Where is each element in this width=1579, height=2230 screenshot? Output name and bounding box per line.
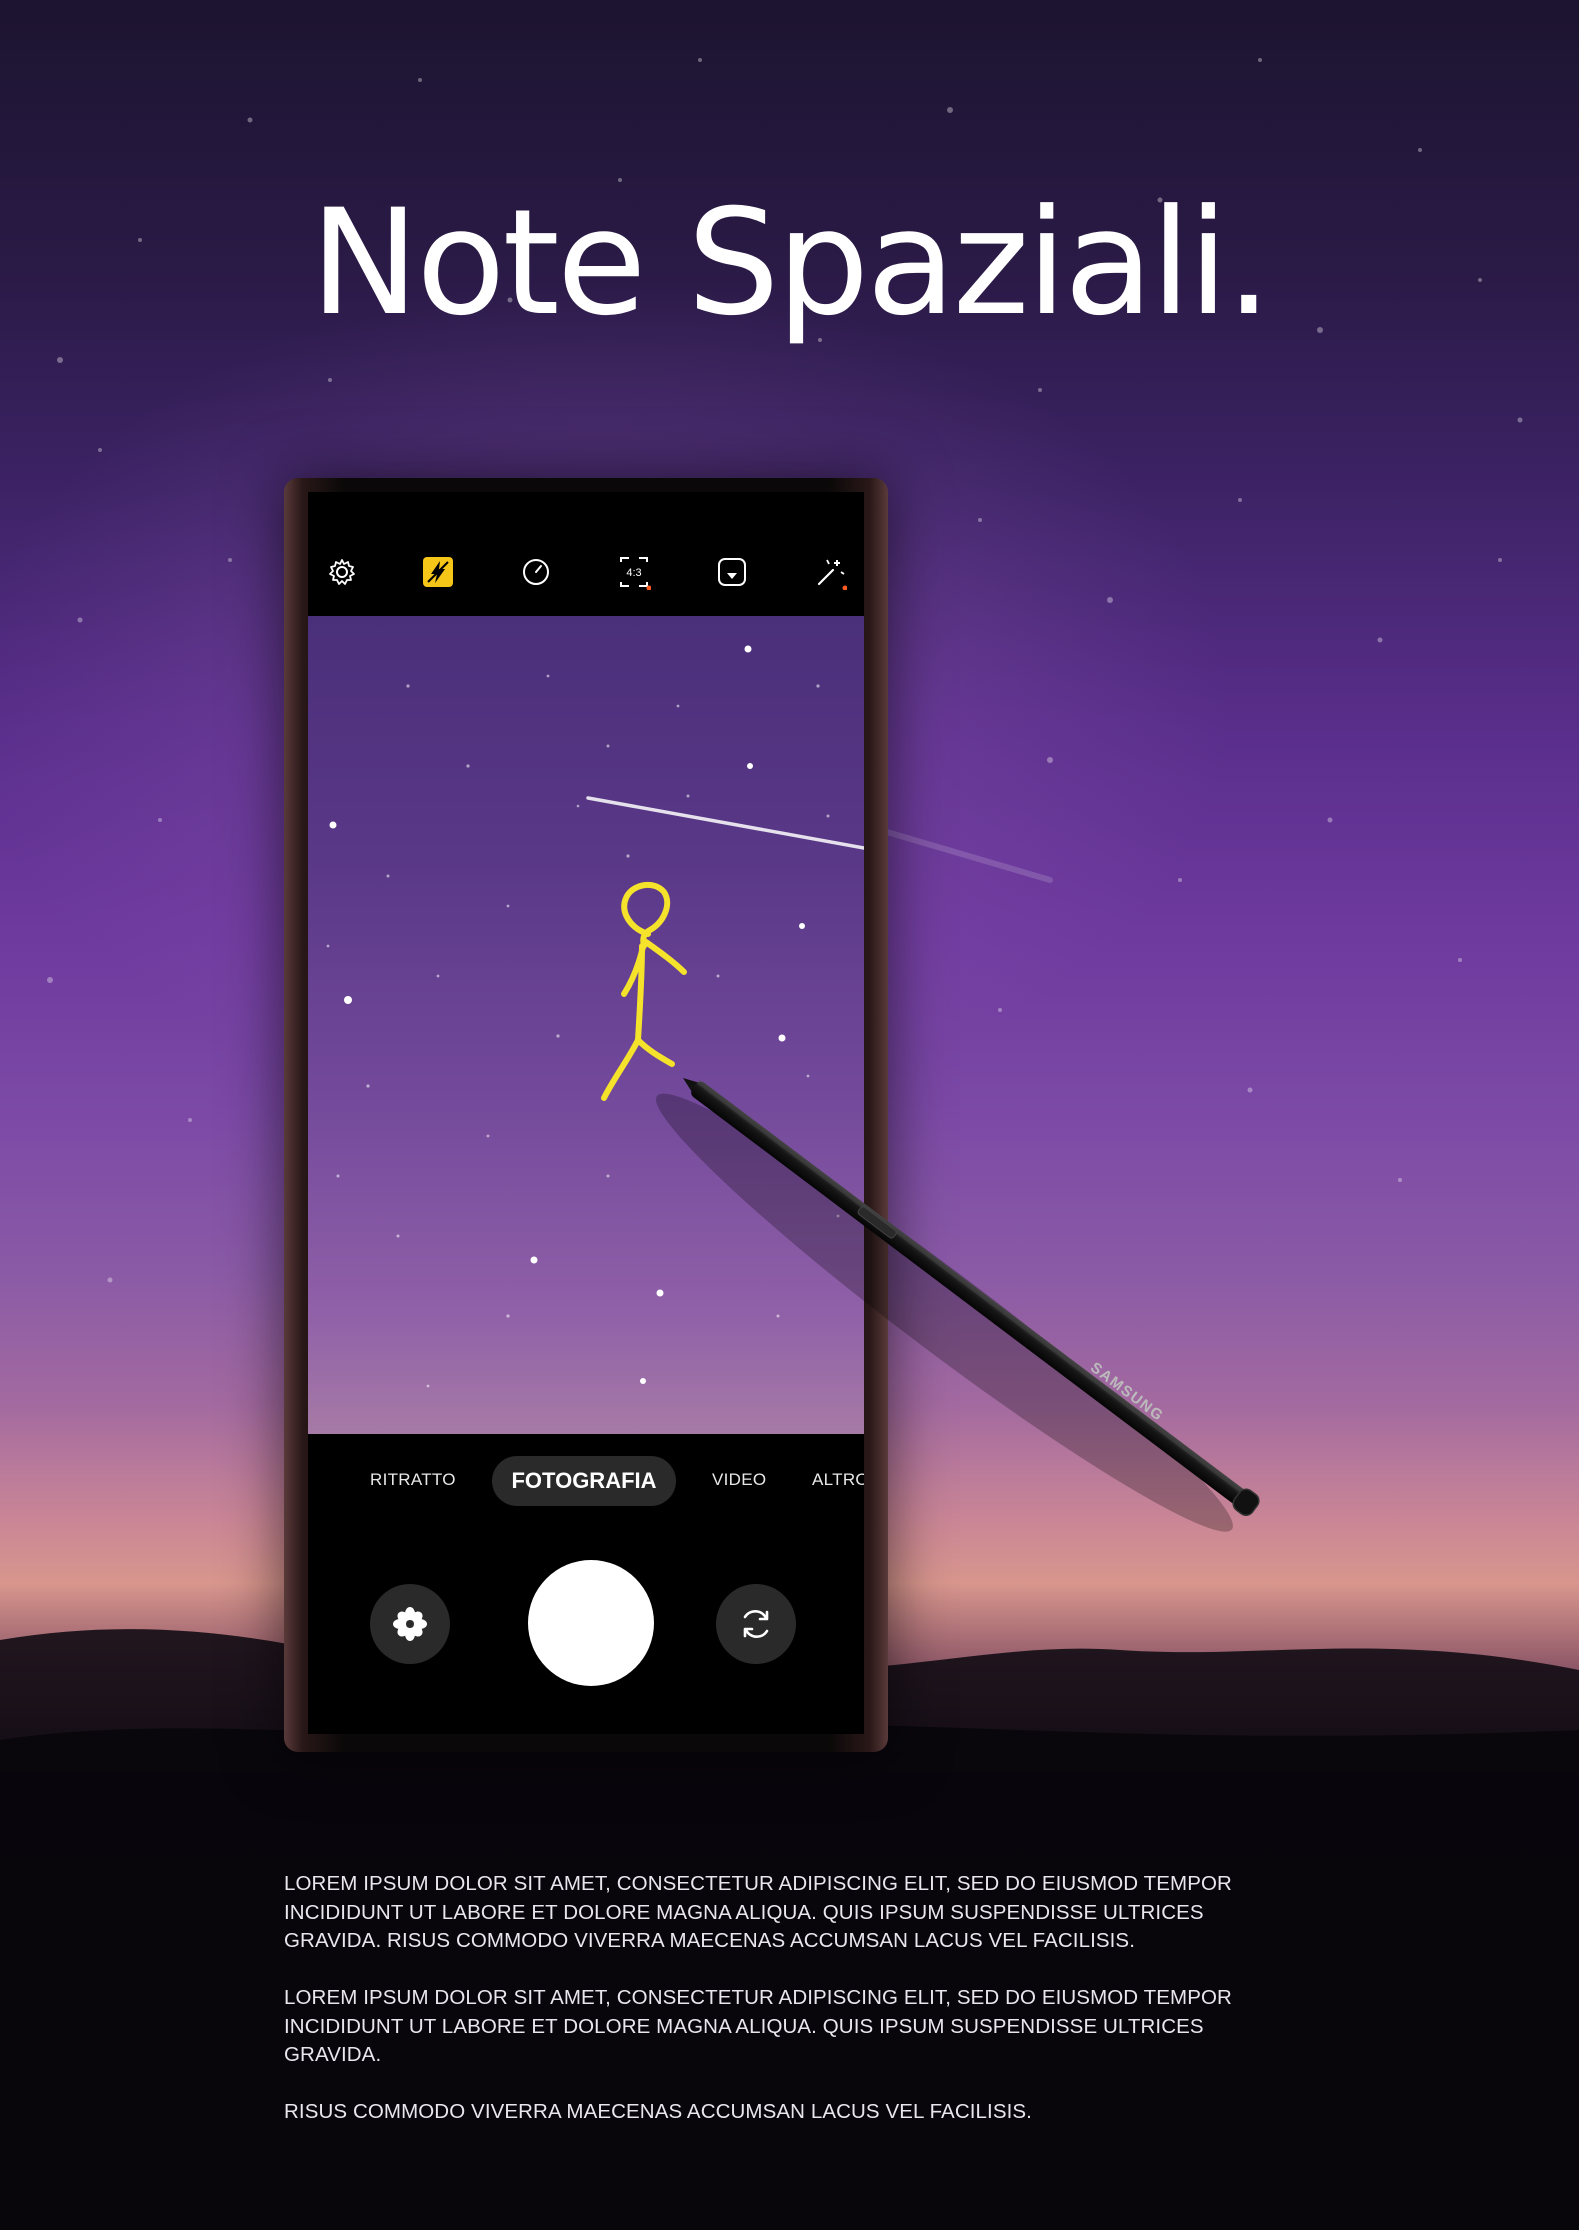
switch-camera-icon: [743, 1610, 769, 1638]
camera-mode-selector: RITRATTO FOTOGRAFIA VIDEO ALTRO: [308, 1448, 864, 1508]
mode-photo[interactable]: FOTOGRAFIA: [492, 1456, 676, 1506]
camera-screen: 4:3 RITRATTO FOTOGRAFIA VIDEO ALTRO: [308, 492, 864, 1734]
filters-icon[interactable]: [810, 552, 850, 592]
camera-top-bar: 4:3: [308, 492, 864, 616]
camera-viewfinder[interactable]: [308, 616, 864, 1434]
mode-more[interactable]: ALTRO: [812, 1470, 864, 1490]
viewfinder-scene: [326, 645, 864, 1388]
stick-figure-drawing: [601, 881, 687, 1101]
gallery-button[interactable]: [370, 1584, 450, 1664]
switch-camera-button[interactable]: [716, 1584, 796, 1664]
aspect-ratio-icon[interactable]: 4:3: [614, 552, 654, 592]
flash-icon[interactable]: [418, 552, 458, 592]
timer-icon[interactable]: [516, 552, 556, 592]
aspect-ratio-label: 4:3: [626, 567, 641, 579]
mode-video[interactable]: VIDEO: [712, 1470, 766, 1490]
settings-icon[interactable]: [322, 552, 362, 592]
flower-icon: [393, 1607, 427, 1641]
body-paragraph-3: RISUS COMMODO VIVERRA MAECENAS ACCUMSAN …: [284, 2100, 1032, 2123]
body-paragraph-2: LOREM IPSUM DOLOR SIT AMET, CONSECTETUR …: [284, 1986, 1232, 2066]
shutter-button[interactable]: [528, 1560, 654, 1686]
mode-portrait[interactable]: RITRATTO: [370, 1470, 456, 1490]
motion-photo-icon[interactable]: [712, 552, 752, 592]
body-paragraph-1: LOREM IPSUM DOLOR SIT AMET, CONSECTETUR …: [284, 1872, 1232, 1952]
smartphone: 4:3 RITRATTO FOTOGRAFIA VIDEO ALTRO: [284, 478, 888, 1752]
headline: Note Spaziali.: [309, 178, 1272, 348]
